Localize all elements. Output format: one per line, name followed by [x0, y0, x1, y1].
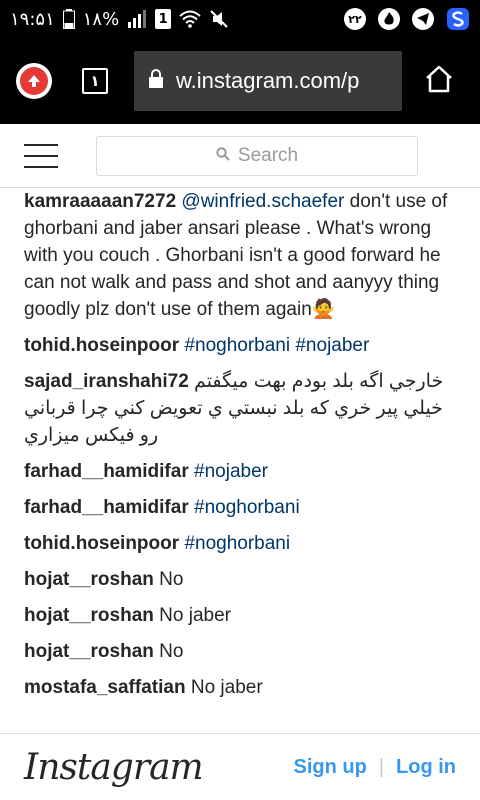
comment-username[interactable]: farhad__hamidifar	[24, 461, 189, 482]
browser-toolbar: ۱ w.instagram.com/p	[0, 38, 480, 124]
battery-icon	[62, 9, 75, 29]
comment-hashtags[interactable]: #noghorbani #nojaber	[184, 335, 369, 356]
comment: mostafa_saffatian No jaber	[24, 674, 464, 701]
comment: farhad__hamidifar #noghorbani	[24, 494, 464, 521]
comment-mention[interactable]: @winfried.schaefer	[181, 191, 344, 212]
comment-username[interactable]: farhad__hamidifar	[24, 497, 189, 518]
lock-icon	[148, 68, 164, 94]
comment-text: No	[159, 569, 184, 590]
comment-username[interactable]: sajad_iranshahi72	[24, 371, 189, 392]
comment-username[interactable]: tohid.hoseinpoor	[24, 335, 179, 356]
comment: hojat__roshan No	[24, 638, 464, 665]
comment-username[interactable]: hojat__roshan	[24, 569, 154, 590]
comment: tohid.hoseinpoor #noghorbani #nojaber	[24, 332, 464, 359]
sim-icon: 1	[155, 9, 172, 29]
url-text: w.instagram.com/p	[176, 68, 360, 93]
signup-link[interactable]: Sign up	[293, 756, 366, 779]
comment: hojat__roshan No	[24, 566, 464, 593]
wifi-icon	[179, 10, 201, 28]
comment-hashtags[interactable]: #nojaber	[194, 461, 268, 482]
search-input[interactable]: Search	[96, 135, 418, 176]
arrow-up-icon	[20, 67, 48, 95]
instagram-header: Search	[0, 124, 480, 188]
comment-username[interactable]: tohid.hoseinpoor	[24, 533, 179, 554]
comment: farhad__hamidifar #nojaber	[24, 458, 464, 485]
comment-username[interactable]: mostafa_saffatian	[24, 677, 186, 698]
comment-username[interactable]: kamraaaaan7272	[24, 191, 176, 212]
comment-text: No jaber	[159, 605, 231, 626]
update-button[interactable]	[16, 63, 52, 99]
menu-icon[interactable]	[24, 143, 58, 168]
telegram-icon	[412, 8, 434, 30]
comment-username[interactable]: hojat__roshan	[24, 641, 154, 662]
clock: ۱۹:۵۱	[10, 8, 55, 30]
comment-list: kamraaaaan7272 @winfried.schaefer don't …	[24, 188, 464, 710]
comment: sajad_iranshahi72 خارجي اگه بلد بودم بهت…	[24, 368, 464, 449]
mute-icon	[209, 9, 229, 29]
home-icon	[424, 65, 454, 98]
flame-app-icon	[378, 8, 400, 30]
home-button[interactable]	[424, 65, 454, 98]
comment-hashtags[interactable]: #noghorbani	[184, 533, 290, 554]
sync-s-icon	[446, 7, 470, 31]
comment-hashtags[interactable]: #noghorbani	[194, 497, 300, 518]
comment: hojat__roshan No jaber	[24, 602, 464, 629]
address-bar[interactable]: w.instagram.com/p	[134, 51, 402, 111]
login-link[interactable]: Log in	[396, 756, 456, 779]
search-icon	[216, 145, 230, 167]
comment-text: No	[159, 641, 184, 662]
status-bar: ۱۹:۵۱ ۱۸% 1 ۲۲	[0, 0, 480, 38]
search-placeholder: Search	[237, 144, 299, 166]
comment-text: No jaber	[190, 677, 263, 698]
comment-username[interactable]: hojat__roshan	[24, 605, 154, 626]
comment: tohid.hoseinpoor #noghorbani	[24, 530, 464, 557]
tab-count: ۱	[90, 73, 100, 90]
notification-count-badge: ۲۲	[344, 8, 366, 30]
signal-icon	[127, 10, 147, 28]
login-footer: Instagram Sign up | Log in	[0, 733, 480, 800]
comment: kamraaaaan7272 @winfried.schaefer don't …	[24, 188, 464, 323]
instagram-logo: Instagram	[24, 746, 204, 788]
separator: |	[378, 755, 385, 778]
sim-badge: 1	[158, 11, 168, 27]
tab-switcher-button[interactable]: ۱	[82, 68, 108, 94]
battery-level: ۱۸%	[82, 8, 120, 30]
